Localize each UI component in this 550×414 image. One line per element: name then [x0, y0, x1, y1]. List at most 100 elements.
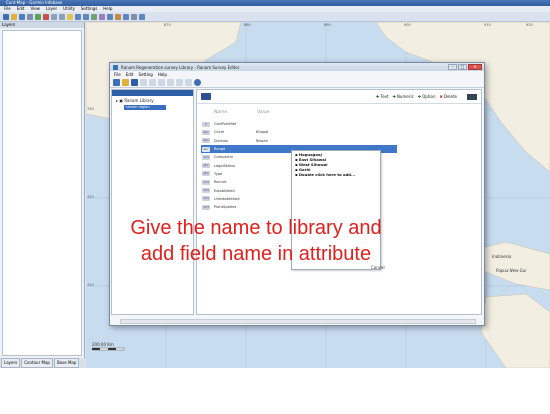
- folder-icon[interactable]: [67, 13, 73, 20]
- zoom-in-icon[interactable]: [75, 13, 81, 20]
- select-icon[interactable]: [99, 13, 105, 20]
- text-button-label: Text: [380, 94, 389, 99]
- row-name: PlantSpeties: [214, 205, 237, 210]
- coord-top-6: 920: [526, 23, 533, 27]
- tab-contour-map[interactable]: Contour Map: [21, 358, 53, 368]
- copy-icon[interactable]: [158, 79, 165, 86]
- dialog-menu-file[interactable]: File: [114, 71, 121, 78]
- add-numeric-field-button[interactable]: ✚ Numeric: [393, 94, 414, 99]
- dialog-title: Ranam Regeneration survey Library - Rana…: [121, 64, 240, 70]
- text-type-icon: abc: [202, 129, 210, 135]
- redo-icon[interactable]: [59, 13, 65, 20]
- tab-layers[interactable]: Layers: [1, 358, 21, 368]
- caption-line-1: Give the name to library and: [130, 217, 382, 239]
- layer-icon[interactable]: [123, 13, 129, 20]
- paste-icon[interactable]: [167, 79, 174, 86]
- text-type-icon: abc: [202, 163, 210, 169]
- text-type-icon: abc: [202, 138, 210, 144]
- save-icon[interactable]: [19, 13, 25, 20]
- left-panel-tabs: Layers Contour Map Base Map: [0, 358, 85, 368]
- grid-view-icon[interactable]: [467, 93, 477, 100]
- zoom-out-icon[interactable]: [83, 13, 89, 20]
- numeric-type-icon: 123: [202, 179, 210, 185]
- attribute-toolbar: ✚ Text ✚ Numeric ✚ Option ✖ Delete: [197, 90, 481, 104]
- row-name: Compartm: [214, 155, 234, 160]
- undo-icon[interactable]: [51, 13, 57, 20]
- tab-base-map[interactable]: Base Map: [53, 358, 80, 368]
- row-name: Recruit: [214, 180, 227, 185]
- info-icon[interactable]: [131, 13, 137, 20]
- tree-item-root[interactable]: ▸ ▣ Ranam Library: [112, 96, 193, 103]
- attribute-table-header: Name Value: [201, 108, 401, 118]
- delete-field-button[interactable]: ✖ Delete: [439, 94, 457, 99]
- library-tree[interactable]: ▸ ▣ Ranam Library ranam region: [111, 89, 194, 315]
- tree-item-region[interactable]: ranam region: [124, 105, 166, 110]
- table-row[interactable]: abc Circle Bhopal: [201, 128, 397, 136]
- text-type-icon: A: [202, 121, 210, 127]
- dialog-app-icon: [113, 64, 118, 70]
- flag-icon[interactable]: [201, 93, 211, 100]
- horizontal-scrollbar[interactable]: [120, 319, 476, 324]
- coord-left-2: 320: [87, 195, 94, 199]
- survey-editor-dialog: Ranam Regeneration survey Library - Rana…: [109, 62, 485, 326]
- instruction-caption: Give the name to library and add field n…: [86, 215, 426, 267]
- tree-root-label: Ranam Library: [124, 98, 154, 103]
- numeric-type-icon: 123: [202, 154, 210, 160]
- numeric-type-icon: 123: [202, 196, 210, 202]
- new-library-icon[interactable]: [113, 79, 120, 86]
- screen: Cont-Map - Garmin Infobase File Edit Vie…: [0, 0, 550, 368]
- row-value: Rewan: [256, 138, 268, 143]
- open-library-icon[interactable]: [122, 79, 129, 86]
- redo-edit-icon[interactable]: [185, 79, 192, 86]
- measure-icon[interactable]: [107, 13, 113, 20]
- remove-icon[interactable]: [43, 13, 49, 20]
- delete-button-label: Delete: [443, 94, 457, 99]
- dialog-toolbar: [110, 78, 484, 88]
- add-text-field-button[interactable]: ✚ Text: [376, 94, 388, 99]
- table-row[interactable]: A GridPointRef: [201, 120, 397, 128]
- print-icon[interactable]: [27, 13, 33, 20]
- dialog-menu-help[interactable]: Help: [158, 71, 167, 78]
- dialog-titlebar: Ranam Regeneration survey Library - Rana…: [110, 63, 484, 71]
- numeric-type-icon: 123: [202, 204, 210, 210]
- dialog-menu-setting[interactable]: Setting: [138, 71, 152, 78]
- undo-edit-icon[interactable]: [176, 79, 183, 86]
- row-name: Division: [214, 138, 229, 143]
- new-icon[interactable]: [3, 13, 9, 20]
- coord-top-5: 910: [484, 23, 491, 27]
- add-item-icon[interactable]: [140, 79, 147, 86]
- scale-ruler-icon: [91, 347, 125, 351]
- close-button[interactable]: ✕: [468, 64, 482, 70]
- coord-top-3: 890: [324, 23, 331, 27]
- land-south: [480, 293, 550, 368]
- coord-top-1: 870: [164, 23, 171, 27]
- add-option-field-button[interactable]: ✚ Option: [418, 94, 436, 99]
- numeric-type-icon: 123: [202, 188, 210, 194]
- draw-icon[interactable]: [115, 13, 121, 20]
- window-controls: – □ ✕: [448, 64, 482, 70]
- coord-left-3: 310: [87, 283, 94, 287]
- save-library-icon[interactable]: [131, 79, 138, 86]
- maximize-button[interactable]: □: [458, 64, 467, 70]
- row-name: Established: [214, 188, 235, 193]
- add-icon: ✚: [417, 94, 422, 99]
- map-scale-bar: 200.00 Km: [91, 342, 126, 352]
- pan-icon[interactable]: [91, 13, 97, 20]
- row-name: LegalStatus: [214, 163, 236, 168]
- attribute-panel: ✚ Text ✚ Numeric ✚ Option ✖ Delete Name …: [196, 89, 482, 315]
- place-label-png: Papua New Gui: [496, 268, 527, 273]
- remove-item-icon[interactable]: [149, 79, 156, 86]
- table-row[interactable]: abc Division Rewan: [201, 137, 397, 145]
- coord-top-4: 900: [404, 23, 411, 27]
- add-value-item[interactable]: ▪ Double click here to add...: [295, 172, 377, 177]
- dialog-menu-edit[interactable]: Edit: [126, 71, 134, 78]
- place-label-indonesia: Indonesia: [492, 254, 512, 259]
- numeric-button-label: Numeric: [396, 94, 414, 99]
- help-icon[interactable]: [194, 79, 201, 86]
- layers-list[interactable]: [2, 30, 82, 356]
- grid-tool-icon[interactable]: [139, 13, 145, 20]
- row-name: Range: [214, 147, 226, 152]
- minimize-button[interactable]: –: [448, 64, 457, 70]
- open-icon[interactable]: [11, 13, 17, 20]
- add-icon[interactable]: [35, 13, 41, 20]
